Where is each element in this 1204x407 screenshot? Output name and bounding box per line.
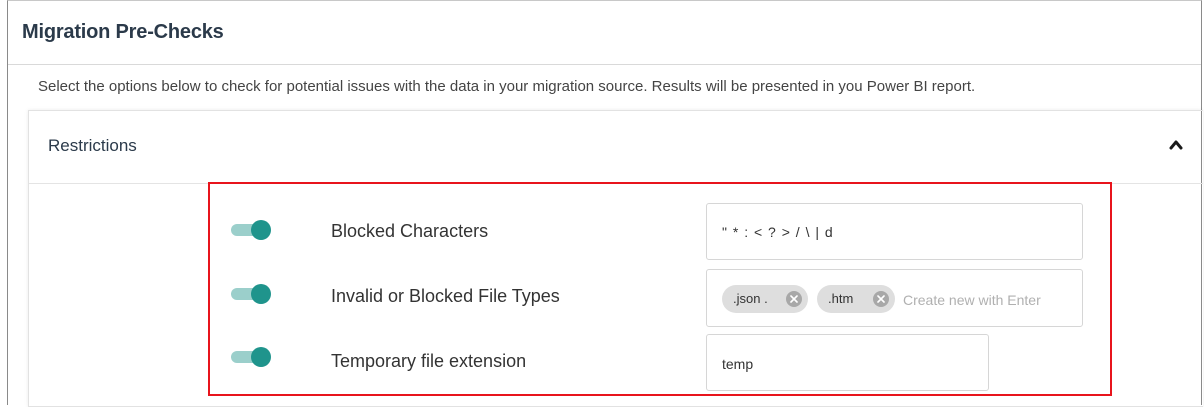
toggle-knob (251, 347, 271, 367)
file-type-chip: .json . (722, 285, 808, 313)
blocked-characters-label: Blocked Characters (331, 221, 489, 241)
blocked-file-types-label: Invalid or Blocked File Types (331, 286, 560, 306)
temp-extension-label: Temporary file extension (331, 351, 527, 371)
temp-extension-value: temp (722, 356, 754, 372)
blocked-file-types-input[interactable]: .json . .htm Create new with Enter (706, 269, 1083, 327)
blocked-characters-input[interactable]: " * : < ? > / \ | d (706, 203, 1083, 260)
chevron-up-icon[interactable] (1169, 138, 1183, 152)
page-title: Migration Pre-Checks (22, 21, 224, 43)
restrictions-header[interactable]: Restrictions (29, 111, 1203, 184)
page-description: Select the options below to check for po… (38, 78, 976, 95)
chip-label: .json . (733, 291, 768, 306)
temp-extension-toggle[interactable] (229, 345, 273, 369)
chip-input-placeholder: Create new with Enter (903, 292, 1041, 308)
temp-extension-input[interactable]: temp (706, 334, 989, 391)
toggle-knob (251, 220, 271, 240)
remove-chip-icon[interactable] (873, 291, 889, 307)
panel-header: Migration Pre-Checks (8, 1, 1201, 65)
chip-label: .htm (828, 291, 854, 306)
blocked-characters-toggle[interactable] (229, 218, 273, 242)
toggle-knob (251, 284, 271, 304)
blocked-characters-value: " * : < ? > / \ | d (722, 224, 834, 240)
remove-chip-icon[interactable] (786, 291, 802, 307)
restrictions-title: Restrictions (48, 136, 137, 155)
blocked-file-types-toggle[interactable] (229, 282, 273, 306)
file-type-chip: .htm (817, 285, 895, 313)
